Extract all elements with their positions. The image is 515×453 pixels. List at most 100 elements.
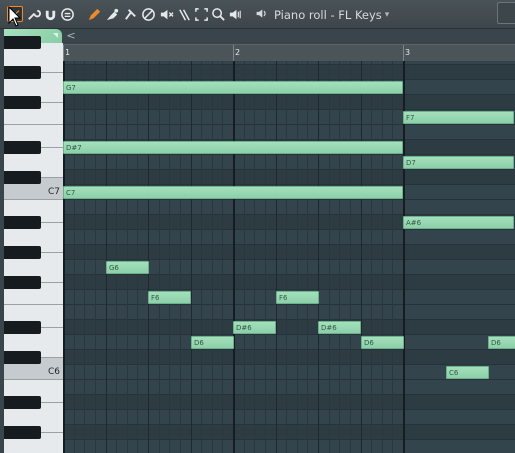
key-label-c7: C7 xyxy=(47,187,60,197)
bar-tick xyxy=(403,45,404,62)
grid-line xyxy=(201,61,202,453)
note[interactable]: D#7 xyxy=(63,141,403,154)
note[interactable]: D7 xyxy=(403,156,514,169)
grid-row xyxy=(63,320,515,335)
grid-line xyxy=(212,61,213,453)
note[interactable]: C6 xyxy=(446,366,489,379)
toolbar: Piano roll - FL Keys ▾ xyxy=(0,0,515,29)
bar-tick xyxy=(233,45,234,62)
grid-line xyxy=(127,61,128,453)
grid-row xyxy=(63,380,515,395)
grid-line xyxy=(116,61,117,453)
corner-arrow-icon xyxy=(53,33,58,38)
note[interactable]: D6 xyxy=(191,336,234,349)
playback-icon[interactable] xyxy=(227,6,243,22)
toolbar-right-button[interactable] xyxy=(497,2,515,24)
grid-row xyxy=(63,395,515,410)
note[interactable]: A#6 xyxy=(403,216,514,229)
note[interactable]: D#6 xyxy=(233,321,276,334)
black-key[interactable] xyxy=(4,96,41,109)
black-key[interactable] xyxy=(4,36,41,49)
note[interactable]: G6 xyxy=(106,261,149,274)
note[interactable]: C7 xyxy=(63,186,403,199)
bar-label: 1 xyxy=(65,48,71,57)
grid-line xyxy=(382,61,383,453)
mute-icon[interactable] xyxy=(140,6,156,22)
slice-icon[interactable] xyxy=(176,6,192,22)
grid-row xyxy=(63,230,515,245)
chevron-down-icon: ▾ xyxy=(384,10,390,20)
black-key[interactable] xyxy=(4,66,41,79)
grid-line xyxy=(350,61,351,453)
note[interactable]: F6 xyxy=(276,291,319,304)
grid-line xyxy=(318,61,319,453)
black-key[interactable] xyxy=(4,351,41,364)
zoom-icon[interactable] xyxy=(210,6,226,22)
grid-row xyxy=(63,65,515,80)
note-label: D#6 xyxy=(321,324,337,332)
black-key[interactable] xyxy=(4,246,41,259)
timeline-ruler[interactable]: 1 2 3 xyxy=(63,44,515,62)
note-label: C6 xyxy=(449,369,459,377)
scroll-left-button[interactable]: < xyxy=(64,29,78,43)
bar-tick xyxy=(63,45,64,62)
grid-line xyxy=(286,61,287,453)
black-key[interactable] xyxy=(4,321,41,334)
grid-line xyxy=(307,61,308,453)
note-label: A#6 xyxy=(406,219,422,227)
grid-row xyxy=(63,200,515,215)
black-key[interactable] xyxy=(4,171,41,184)
grid-line xyxy=(276,61,277,453)
circle-options-icon[interactable] xyxy=(59,6,75,22)
note-grid[interactable]: G7 F7 D#7 D7 C7 A#6 G6 F6 F6 D#6 D#6 D6 D6 D6 C6 xyxy=(63,61,515,453)
note[interactable]: F6 xyxy=(148,291,191,304)
note-label: C7 xyxy=(66,189,76,197)
note-label: F6 xyxy=(151,294,160,302)
black-key[interactable] xyxy=(4,141,41,154)
pencil-icon[interactable] xyxy=(86,6,102,22)
black-key[interactable] xyxy=(4,276,41,289)
speaker-icon xyxy=(255,7,268,23)
note[interactable]: D#6 xyxy=(318,321,361,334)
grid-line xyxy=(233,61,235,453)
grid-row xyxy=(63,335,515,350)
note-label: F6 xyxy=(279,294,288,302)
grid-line xyxy=(169,61,170,453)
grid-line xyxy=(180,61,181,453)
paint-icon[interactable] xyxy=(104,6,120,22)
magnet-icon[interactable] xyxy=(42,6,58,22)
grid-line xyxy=(297,61,298,453)
note[interactable]: G7 xyxy=(63,81,403,94)
black-key[interactable] xyxy=(4,216,41,229)
mute-tool-icon[interactable] xyxy=(158,6,174,22)
window-title[interactable]: Piano roll - FL Keys ▾ xyxy=(255,6,389,24)
mouse-cursor-icon xyxy=(8,5,22,28)
delete-icon[interactable] xyxy=(122,6,138,22)
grid-row xyxy=(63,410,515,425)
note-label: D6 xyxy=(364,339,374,347)
grid-line xyxy=(148,61,149,453)
grid-row xyxy=(63,245,515,260)
black-key[interactable] xyxy=(4,396,41,409)
note-label: D6 xyxy=(194,339,204,347)
note[interactable]: D6 xyxy=(488,336,515,349)
key-label-c6: C6 xyxy=(47,367,60,377)
select-icon[interactable] xyxy=(193,6,209,22)
window-title-text: Piano roll - FL Keys xyxy=(274,8,382,22)
grid-line xyxy=(159,61,160,453)
grid-line xyxy=(265,61,266,453)
grid-line xyxy=(339,61,340,453)
note-label: G6 xyxy=(109,264,119,272)
piano-keyboard[interactable]: C7 C6 xyxy=(4,36,63,453)
black-key[interactable] xyxy=(4,426,41,439)
note[interactable]: D6 xyxy=(361,336,404,349)
grid-line xyxy=(95,61,96,453)
bar-label: 3 xyxy=(405,48,411,57)
note-label: G7 xyxy=(66,84,76,92)
grid-line xyxy=(361,61,362,453)
bar-label: 2 xyxy=(235,48,241,57)
grid-line xyxy=(74,61,75,453)
note[interactable]: F7 xyxy=(403,111,514,124)
wrench-icon[interactable] xyxy=(25,6,41,22)
grid-row xyxy=(63,170,515,185)
